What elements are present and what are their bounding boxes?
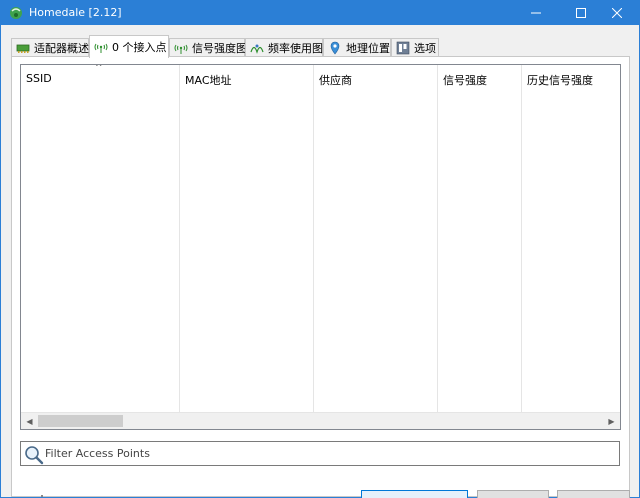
- tab-label: 适配器概述: [34, 42, 89, 55]
- tab-strip: 适配器概述 0 个接入点 信号强度图 频率使用图 地理位置 选项: [1, 25, 639, 58]
- column-header-mac-address[interactable]: MAC地址: [185, 72, 232, 88]
- status-dot: [41, 495, 43, 497]
- tab-label: 0 个接入点: [112, 41, 167, 54]
- column-mac-address[interactable]: MAC地址: [180, 65, 314, 414]
- secondary-action-button[interactable]: [477, 490, 549, 498]
- tab-label: 频率使用图: [268, 42, 323, 55]
- adapter-icon: [16, 44, 30, 53]
- primary-action-button[interactable]: [361, 490, 468, 498]
- column-header-signal-strength[interactable]: 信号强度: [443, 72, 487, 88]
- filter-input[interactable]: [45, 444, 615, 463]
- app-icon: [10, 7, 22, 19]
- options-icon: [396, 41, 410, 55]
- access-point-list[interactable]: ^ SSID MAC地址 供应商 信号强度 历史信号强度 ◀ ▶: [20, 64, 621, 430]
- column-signal-strength[interactable]: 信号强度: [438, 65, 522, 414]
- tertiary-action-button[interactable]: [557, 490, 630, 498]
- tab-label: 选项: [414, 42, 436, 55]
- tab-adapter-overview[interactable]: 适配器概述: [11, 38, 89, 57]
- tab-access-points[interactable]: 0 个接入点: [89, 35, 169, 58]
- search-icon: [25, 446, 44, 465]
- tab-label: 信号强度图: [192, 42, 247, 55]
- scroll-right-button[interactable]: ▶: [603, 413, 620, 429]
- location-pin-icon: [330, 41, 340, 55]
- tab-frequency-usage[interactable]: 频率使用图: [245, 38, 323, 57]
- close-icon: [611, 8, 622, 18]
- wifi-signal-icon: [174, 44, 188, 54]
- frequency-icon: [250, 44, 264, 54]
- tab-options[interactable]: 选项: [391, 38, 439, 57]
- scroll-left-button[interactable]: ◀: [21, 413, 38, 429]
- maximize-icon: [575, 8, 586, 18]
- window-title: Homedale [2.12]: [29, 6, 122, 19]
- tab-content-panel: ^ SSID MAC地址 供应商 信号强度 历史信号强度 ◀ ▶: [11, 56, 630, 497]
- tab-signal-strength-graph[interactable]: 信号强度图: [169, 38, 247, 57]
- minimize-button[interactable]: [513, 1, 558, 25]
- column-header-ssid[interactable]: SSID: [26, 72, 52, 85]
- app-window: Homedale [2.12] 适配器概述 0 个接入点 信号强度图 频率使用图…: [0, 0, 640, 498]
- scrollbar-thumb[interactable]: [38, 415, 123, 427]
- column-header-vendor[interactable]: 供应商: [319, 72, 352, 88]
- column-ssid[interactable]: ^ SSID: [21, 65, 180, 414]
- column-signal-history[interactable]: 历史信号强度: [522, 65, 620, 414]
- close-button[interactable]: [594, 1, 639, 25]
- column-header-signal-history[interactable]: 历史信号强度: [527, 72, 593, 88]
- chevron-left-icon: ◀: [26, 416, 33, 426]
- chevron-right-icon: ▶: [608, 416, 615, 426]
- bottom-button-bar: [1, 487, 639, 498]
- title-bar[interactable]: Homedale [2.12]: [1, 1, 639, 25]
- filter-field[interactable]: [20, 441, 620, 466]
- wifi-signal-icon: [94, 43, 108, 53]
- tab-label: 地理位置: [346, 42, 390, 55]
- tab-geo-location[interactable]: 地理位置: [323, 38, 391, 57]
- sort-ascending-icon: ^: [95, 64, 103, 73]
- minimize-icon: [530, 12, 541, 14]
- horizontal-scrollbar[interactable]: ◀ ▶: [21, 412, 620, 429]
- column-vendor[interactable]: 供应商: [314, 65, 438, 414]
